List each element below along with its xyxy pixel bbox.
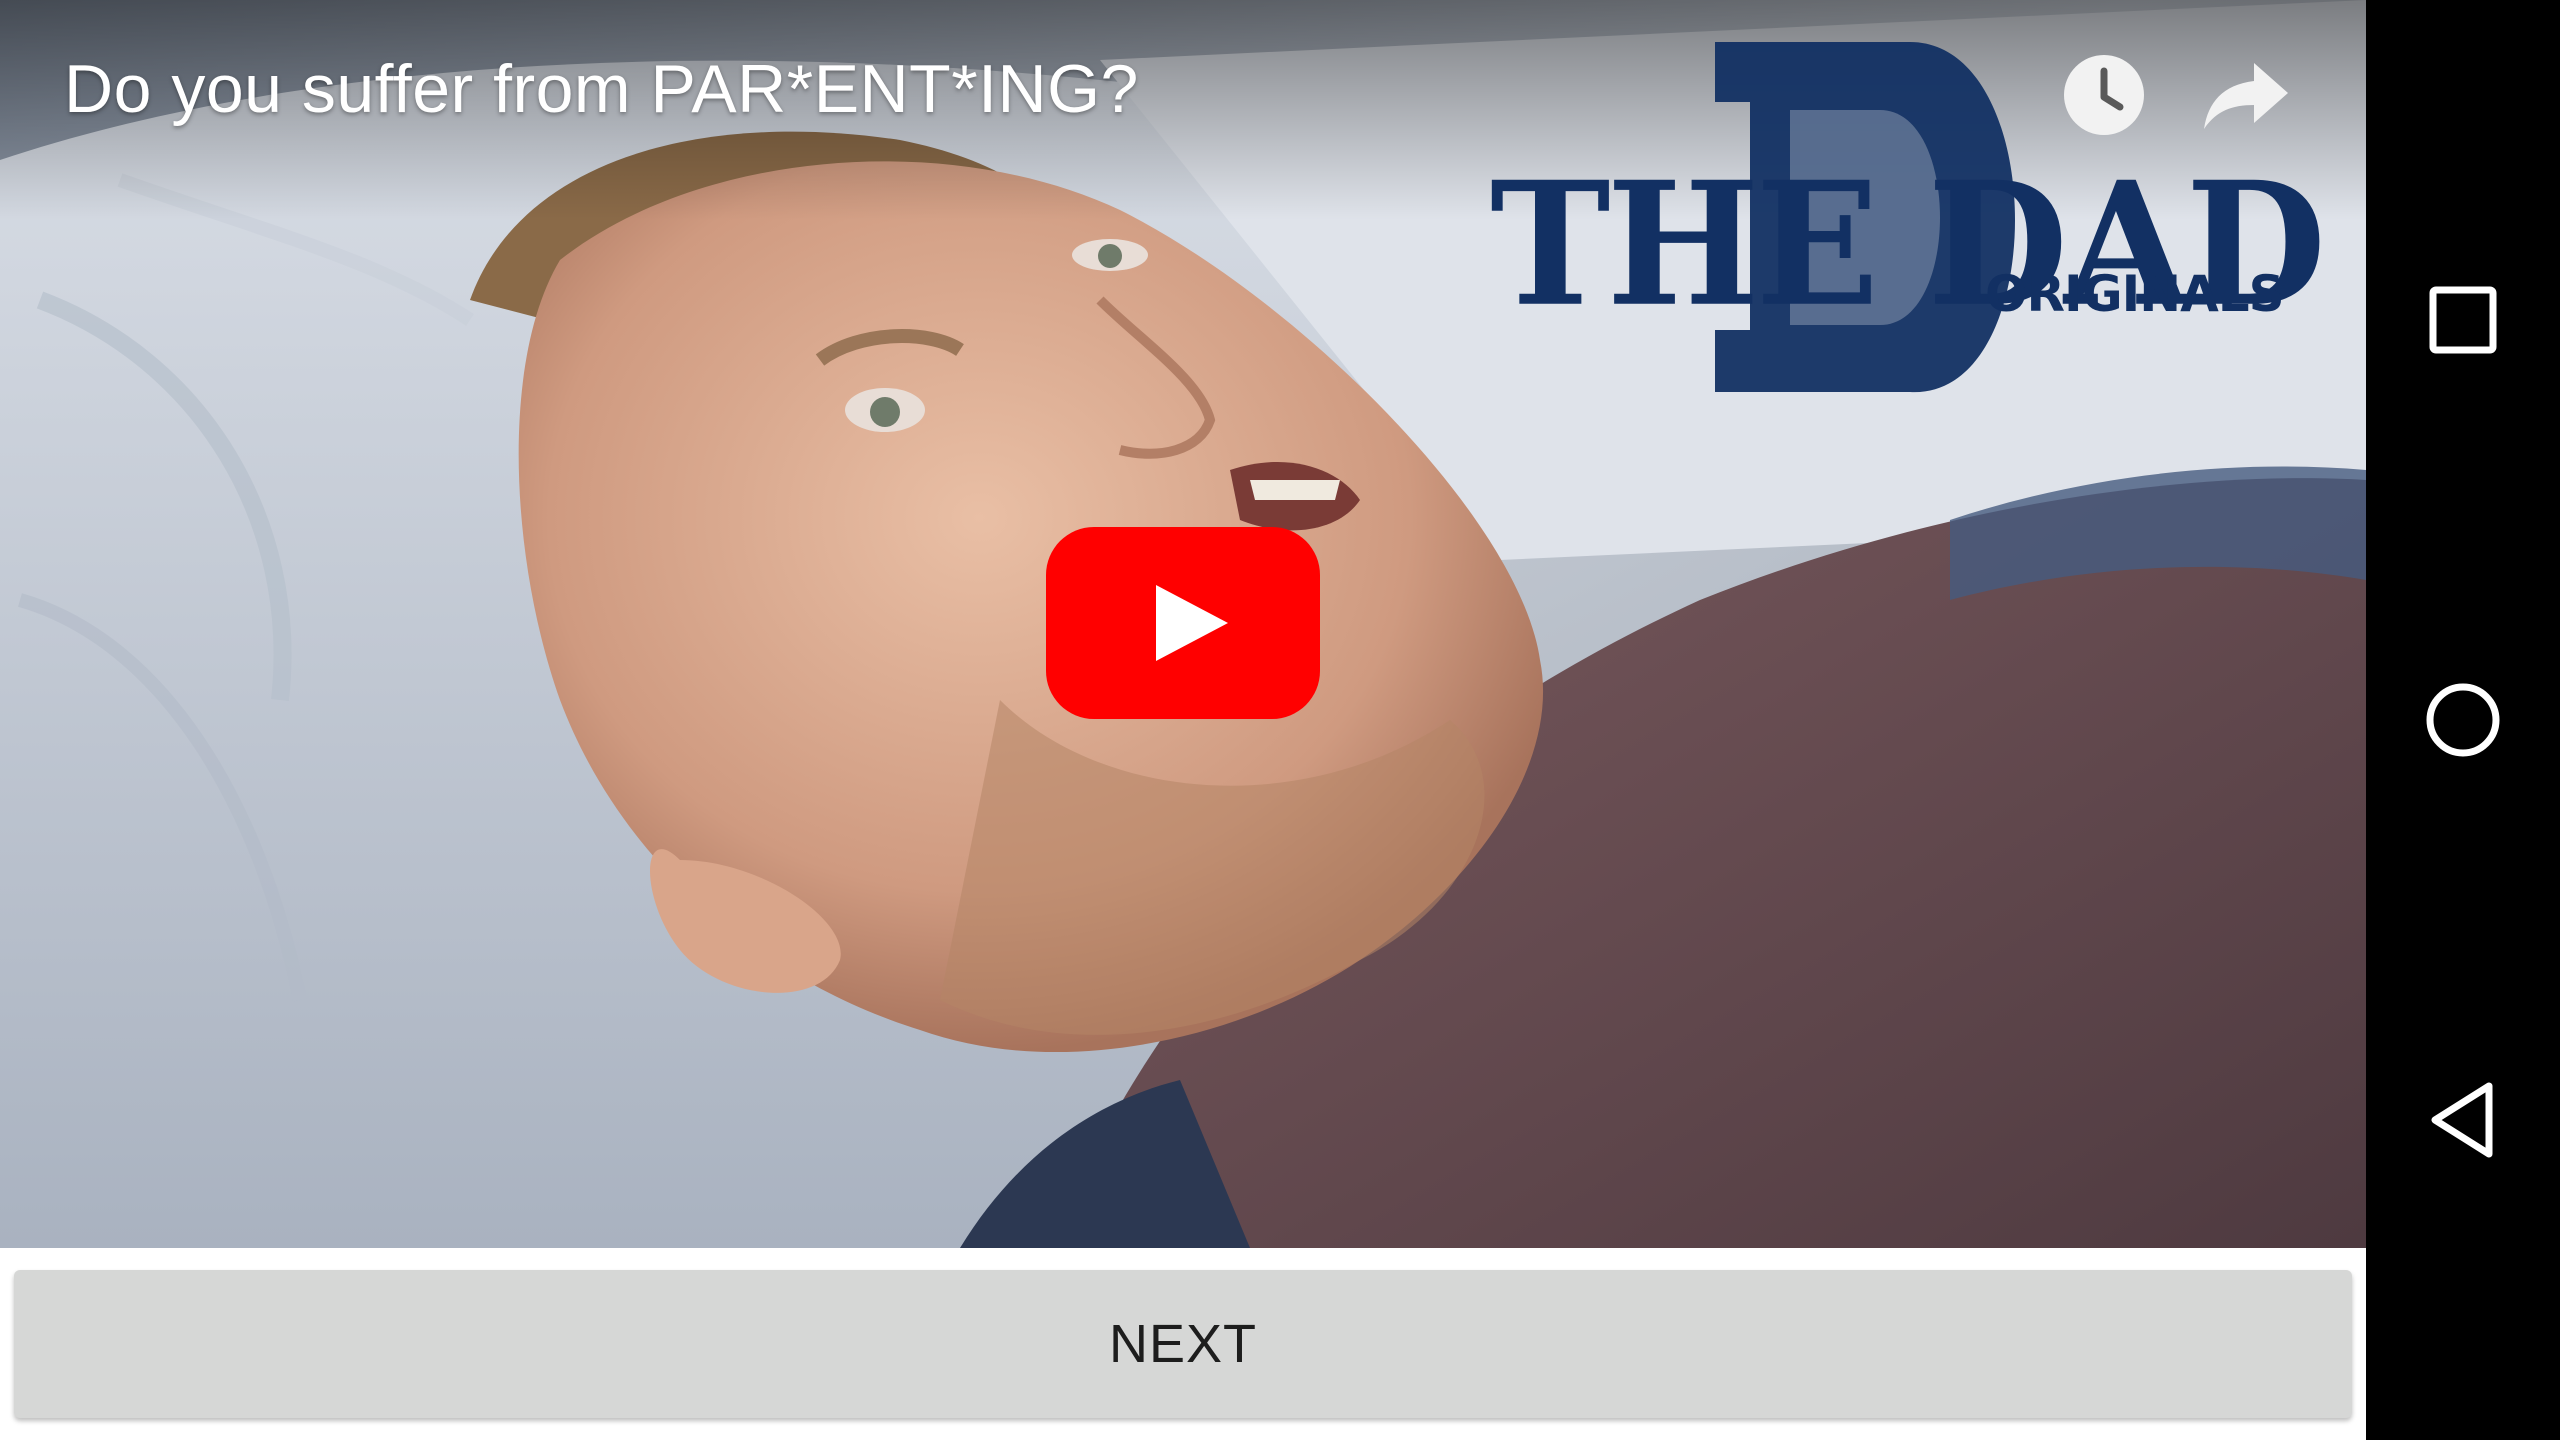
square-icon xyxy=(2429,286,2497,354)
share-arrow-icon xyxy=(2204,63,2288,129)
watch-later-button[interactable] xyxy=(2054,45,2154,145)
back-button[interactable] xyxy=(2413,1070,2513,1170)
home-button[interactable] xyxy=(2413,670,2513,770)
youtube-play-icon xyxy=(1046,527,1320,719)
circle-icon xyxy=(2426,683,2500,757)
play-button[interactable] xyxy=(1046,527,1320,719)
navigation-bar xyxy=(2366,0,2560,1440)
clock-icon xyxy=(2064,55,2144,135)
next-button[interactable]: NEXT xyxy=(14,1270,2352,1418)
recents-button[interactable] xyxy=(2413,270,2513,370)
logo-sub-text: ORIGINALS xyxy=(1985,265,2285,323)
video-player[interactable]: Do you suffer from PAR*ENT*ING? THE DAD … xyxy=(0,0,2366,1248)
next-area: NEXT xyxy=(0,1248,2366,1440)
screen: Do you suffer from PAR*ENT*ING? THE DAD … xyxy=(0,0,2560,1440)
share-button[interactable] xyxy=(2196,45,2296,145)
triangle-back-icon xyxy=(2431,1082,2493,1158)
video-title: Do you suffer from PAR*ENT*ING? xyxy=(64,51,1139,127)
